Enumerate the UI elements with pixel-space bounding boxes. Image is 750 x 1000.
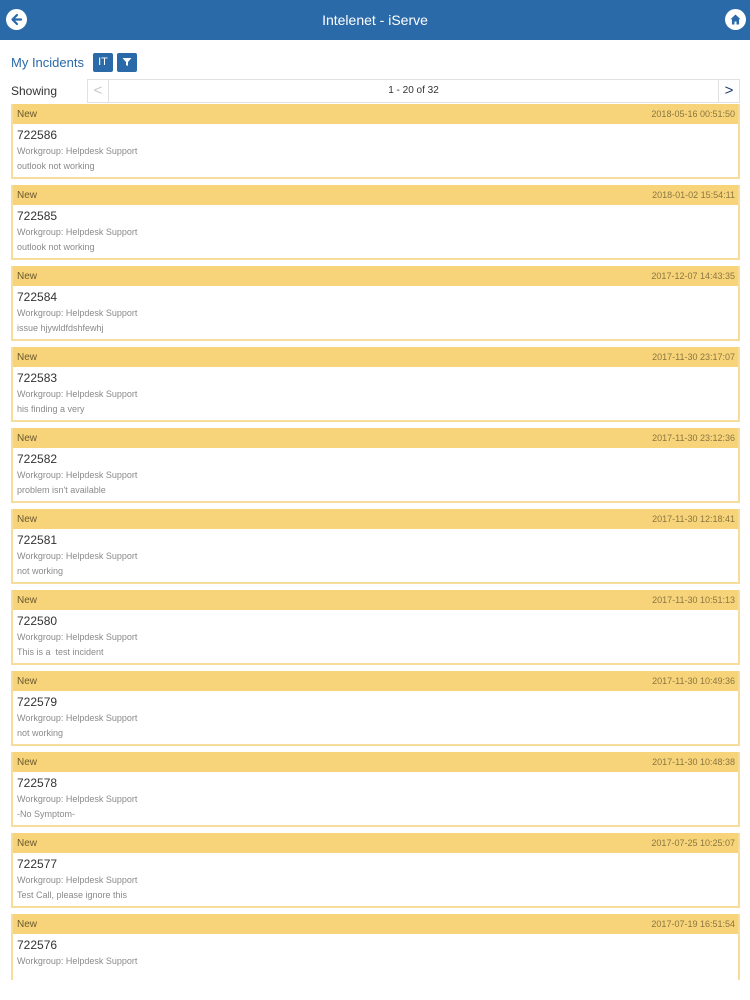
incident-card-header: New 2017-11-30 23:12:36 xyxy=(13,428,738,448)
incident-card-header: New 2017-11-30 12:18:41 xyxy=(13,509,738,529)
incident-workgroup: Workgroup: Helpdesk Support xyxy=(17,713,138,723)
pager-box: < 1 - 20 of 32 > xyxy=(87,78,740,103)
incident-card-header: New 2017-11-30 10:51:13 xyxy=(13,590,738,610)
home-icon xyxy=(730,14,741,25)
incident-card-header: New 2017-11-30 23:17:07 xyxy=(13,347,738,367)
incident-workgroup: Workgroup: Helpdesk Support xyxy=(17,632,138,642)
incident-workgroup: Workgroup: Helpdesk Support xyxy=(17,551,138,561)
incident-status: New xyxy=(17,756,38,768)
incident-number: 722580 xyxy=(17,614,58,628)
incident-card[interactable]: New 2017-11-30 10:48:38 722578 Workgroup… xyxy=(11,752,740,827)
home-button[interactable] xyxy=(725,9,746,30)
incident-card-header: New 2017-11-30 10:49:36 xyxy=(13,671,738,691)
incident-description: not working xyxy=(17,566,64,576)
incident-card[interactable]: New 2017-11-30 23:17:07 722583 Workgroup… xyxy=(11,347,740,422)
incident-card[interactable]: New 2017-07-25 10:25:07 722577 Workgroup… xyxy=(11,833,740,908)
incident-timestamp: 2017-07-19 16:51:54 xyxy=(651,919,735,929)
incident-workgroup: Workgroup: Helpdesk Support xyxy=(17,146,138,156)
incident-card[interactable]: New 2017-11-30 10:49:36 722579 Workgroup… xyxy=(11,671,740,746)
incident-description: outlook not working xyxy=(17,161,95,171)
incident-description: problem isn't available xyxy=(17,485,106,495)
incident-timestamp: 2017-07-25 10:25:07 xyxy=(651,838,735,848)
incident-workgroup: Workgroup: Helpdesk Support xyxy=(17,227,138,237)
incident-status: New xyxy=(17,108,38,120)
incident-card-header: New 2018-05-16 00:51:50 xyxy=(13,104,738,124)
incident-workgroup: Workgroup: Helpdesk Support xyxy=(17,470,138,480)
incident-timestamp: 2018-05-16 00:51:50 xyxy=(651,109,735,119)
incident-status: New xyxy=(17,918,38,930)
page-range: 1 - 20 of 32 xyxy=(388,85,439,96)
incident-number: 722582 xyxy=(17,452,58,466)
incident-number: 722576 xyxy=(17,938,58,952)
incident-card-header: New 2017-11-30 10:48:38 xyxy=(13,752,738,772)
incident-description: not working xyxy=(17,728,64,738)
prev-page-button[interactable]: < xyxy=(88,79,109,102)
incident-status: New xyxy=(17,513,38,525)
pager: Showing < 1 - 20 of 32 > xyxy=(11,78,740,103)
incident-card-header: New 2017-07-19 16:51:54 xyxy=(13,914,738,934)
incident-list: New 2018-05-16 00:51:50 722586 Workgroup… xyxy=(11,104,740,986)
incident-card[interactable]: New 2017-11-30 12:18:41 722581 Workgroup… xyxy=(11,509,740,584)
next-page-button[interactable]: > xyxy=(718,79,739,102)
incident-card-header: New 2017-07-25 10:25:07 xyxy=(13,833,738,853)
incident-timestamp: 2017-11-30 23:17:07 xyxy=(652,352,735,362)
incident-card[interactable]: New 2017-07-19 16:51:54 722576 Workgroup… xyxy=(11,914,740,980)
back-arrow-icon xyxy=(11,13,23,26)
incident-description: -No Symptom- xyxy=(17,809,76,819)
incident-card[interactable]: New 2017-11-30 23:12:36 722582 Workgroup… xyxy=(11,428,740,503)
incident-number: 722586 xyxy=(17,128,58,142)
incident-status: New xyxy=(17,270,38,282)
incident-workgroup: Workgroup: Helpdesk Support xyxy=(17,308,138,318)
incident-status: New xyxy=(17,351,38,363)
incidents-subheader: My Incidents IT xyxy=(11,52,137,72)
it-button[interactable]: IT xyxy=(92,52,113,72)
app-title: Intelenet - iServe xyxy=(322,12,428,28)
back-button[interactable] xyxy=(6,9,27,30)
incident-description: This is a test incident xyxy=(17,647,104,657)
incident-number: 722583 xyxy=(17,371,58,385)
incident-number: 722579 xyxy=(17,695,58,709)
incident-status: New xyxy=(17,837,38,849)
incident-timestamp: 2017-11-30 10:51:13 xyxy=(652,595,735,605)
incident-card[interactable]: New 2017-11-30 10:51:13 722580 Workgroup… xyxy=(11,590,740,665)
incident-status: New xyxy=(17,675,38,687)
incident-timestamp: 2017-11-30 10:49:36 xyxy=(652,676,735,686)
incident-card-header: New 2017-12-07 14:43:35 xyxy=(13,266,738,286)
incident-timestamp: 2018-01-02 15:54:11 xyxy=(652,190,735,200)
incident-number: 722581 xyxy=(17,533,58,547)
incident-number: 722577 xyxy=(17,857,58,871)
incident-description: outlook not working xyxy=(17,242,95,252)
incident-number: 722584 xyxy=(17,290,58,304)
incident-card[interactable]: New 2017-12-07 14:43:35 722584 Workgroup… xyxy=(11,266,740,341)
chevron-left-icon: < xyxy=(93,82,103,99)
incident-workgroup: Workgroup: Helpdesk Support xyxy=(17,956,138,966)
chevron-right-icon: > xyxy=(724,82,734,99)
incident-description: Test Call, please ignore this xyxy=(17,890,128,900)
incident-timestamp: 2017-11-30 10:48:38 xyxy=(652,757,735,767)
incident-workgroup: Workgroup: Helpdesk Support xyxy=(17,875,138,885)
filter-button[interactable] xyxy=(116,52,137,72)
incident-description: issue hjywldfdshfewhj xyxy=(17,323,104,333)
incident-timestamp: 2017-11-30 12:18:41 xyxy=(652,514,735,524)
incident-number: 722585 xyxy=(17,209,58,223)
incident-workgroup: Workgroup: Helpdesk Support xyxy=(17,389,138,399)
incident-number: 722578 xyxy=(17,776,58,790)
incident-timestamp: 2017-11-30 23:12:36 xyxy=(652,433,735,443)
incident-card[interactable]: New 2018-05-16 00:51:50 722586 Workgroup… xyxy=(11,104,740,179)
incident-status: New xyxy=(17,594,38,606)
incident-status: New xyxy=(17,189,38,201)
my-incidents-label: My Incidents xyxy=(11,54,84,70)
incident-card[interactable]: New 2018-01-02 15:54:11 722585 Workgroup… xyxy=(11,185,740,260)
incident-timestamp: 2017-12-07 14:43:35 xyxy=(651,271,735,281)
incident-card-header: New 2018-01-02 15:54:11 xyxy=(13,185,738,205)
incident-description: his finding a very xyxy=(17,404,85,414)
incident-status: New xyxy=(17,432,38,444)
incident-workgroup: Workgroup: Helpdesk Support xyxy=(17,794,138,804)
top-bar: Intelenet - iServe xyxy=(0,0,750,40)
showing-label: Showing xyxy=(11,83,58,98)
filter-icon xyxy=(122,58,132,66)
